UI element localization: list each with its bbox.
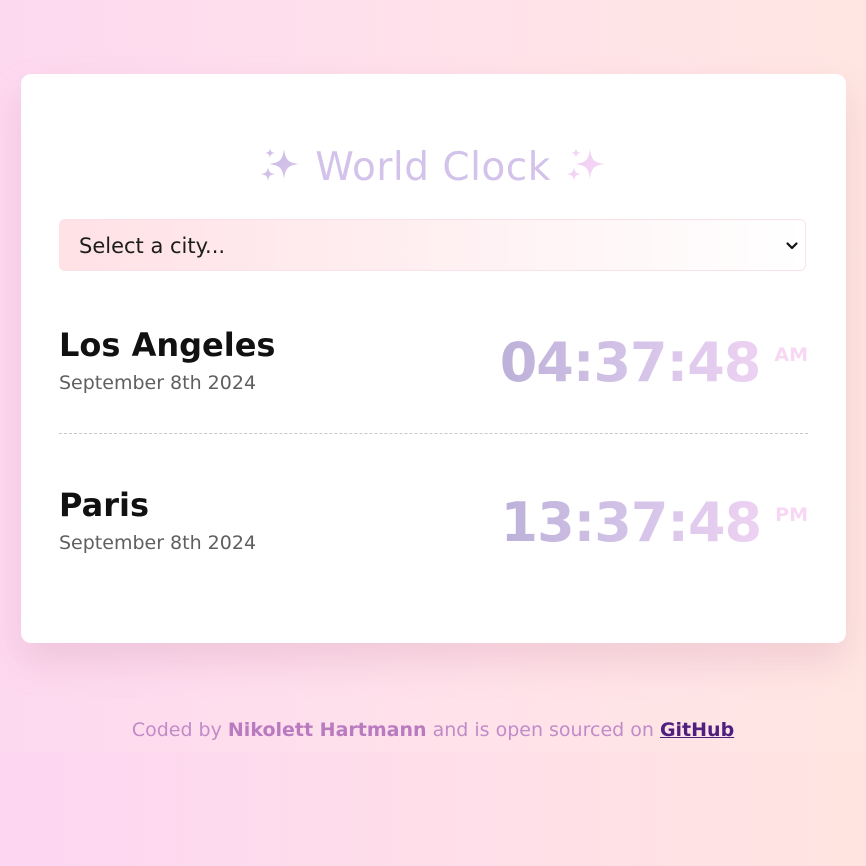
chevron-down-icon — [786, 242, 798, 250]
row-divider — [59, 433, 808, 434]
footer: Coded by Nikolett Hartmann and is open s… — [0, 717, 866, 743]
city-time: 04:37:48 AM — [500, 330, 808, 408]
time-digits: 04:37:48 — [499, 331, 761, 394]
city-name: Los Angeles — [59, 326, 276, 364]
github-link[interactable]: GitHub — [660, 719, 734, 741]
title-text: World Clock — [315, 144, 551, 190]
city-date: September 8th 2024 — [59, 372, 257, 394]
sparkles-icon — [261, 147, 300, 181]
city-row-paris: Paris September 8th 2024 13:37:48 PM — [59, 480, 808, 570]
city-select[interactable]: Select a city... — [59, 219, 806, 271]
city-select-value: Select a city... — [79, 234, 226, 258]
am-pm-label: AM — [774, 322, 808, 388]
city-row-los-angeles: Los Angeles September 8th 2024 04:37:48 … — [59, 320, 808, 410]
am-pm-label: PM — [775, 482, 808, 548]
city-name: Paris — [59, 486, 149, 524]
footer-prefix: Coded by — [131, 719, 222, 741]
time-digits: 13:37:48 — [500, 491, 762, 554]
page-title: World Clock — [0, 140, 866, 194]
city-time: 13:37:48 PM — [501, 490, 808, 568]
footer-middle: and is open sourced on — [432, 719, 654, 741]
city-date: September 8th 2024 — [59, 532, 257, 554]
sparkles-icon — [566, 147, 605, 181]
footer-author: Nikolett Hartmann — [227, 719, 427, 741]
